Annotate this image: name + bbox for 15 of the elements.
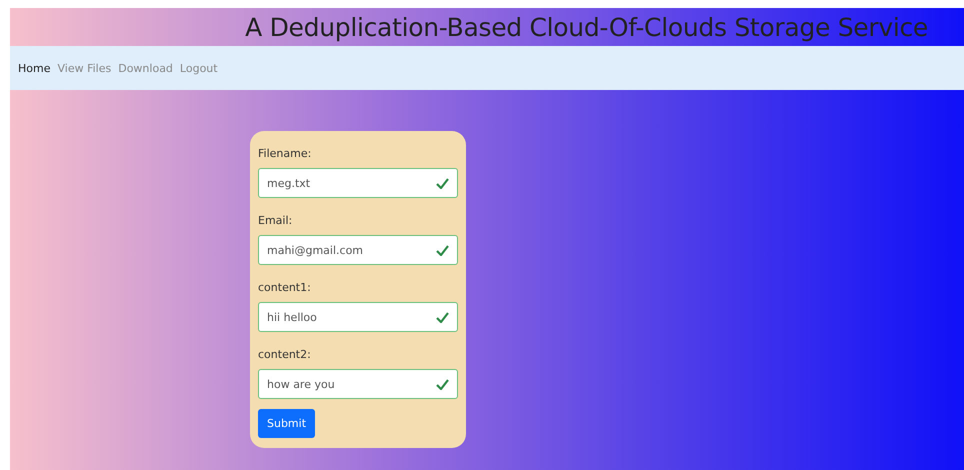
field-label: content1: bbox=[258, 281, 312, 294]
nav-link[interactable]: Home bbox=[18, 62, 50, 74]
input-field[interactable]: meg.txt bbox=[258, 168, 458, 198]
input-field[interactable]: hii helloo bbox=[258, 302, 458, 332]
checkmark-icon bbox=[436, 178, 449, 188]
page-title: A Deduplication-Based Cloud-Of-Clouds Storage Service bbox=[245, 12, 928, 42]
field-label: content2: bbox=[258, 348, 312, 361]
checkmark-icon bbox=[436, 312, 449, 322]
field-label: Email: bbox=[258, 214, 294, 227]
checkmark-icon bbox=[436, 244, 449, 256]
submit-button[interactable]: Submit bbox=[258, 409, 316, 438]
checkmark-icon bbox=[436, 378, 449, 390]
input-field[interactable]: how are you bbox=[258, 369, 458, 399]
field-label: Filename: bbox=[258, 147, 312, 160]
input-field[interactable]: mahi@gmail.com bbox=[258, 235, 458, 265]
